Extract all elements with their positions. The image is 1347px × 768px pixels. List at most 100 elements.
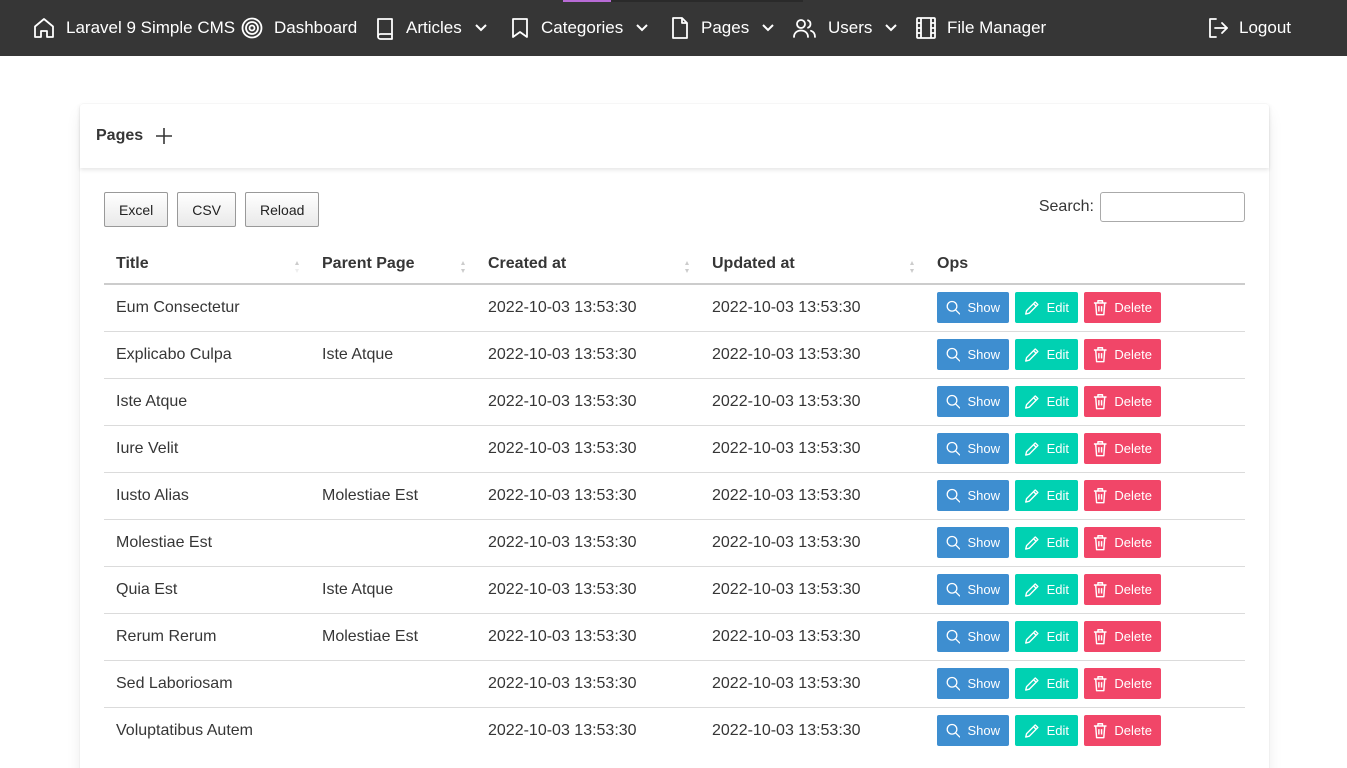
add-page-button[interactable] (155, 127, 173, 145)
delete-button[interactable]: Delete (1084, 574, 1161, 605)
delete-button[interactable]: Delete (1084, 386, 1161, 417)
pencil-icon (1025, 394, 1039, 409)
sort-icon (461, 261, 465, 273)
nav-articles-dropdown[interactable]: Articles (374, 0, 488, 56)
edit-button[interactable]: Edit (1015, 574, 1078, 605)
cell-ops: Show Edit Delete (925, 707, 1245, 754)
delete-button[interactable]: Delete (1084, 668, 1161, 699)
delete-button[interactable]: Delete (1084, 621, 1161, 652)
cell-parent (310, 707, 476, 754)
search-icon (946, 676, 961, 691)
delete-label: Delete (1114, 488, 1152, 503)
trash-icon (1093, 441, 1107, 457)
nav-logout-link[interactable]: Logout (1207, 0, 1291, 56)
edit-button[interactable]: Edit (1015, 668, 1078, 699)
show-label: Show (967, 535, 1000, 550)
excel-button[interactable]: Excel (104, 192, 169, 227)
cell-title: Sed Laboriosam (104, 660, 310, 708)
trash-icon (1093, 300, 1107, 316)
cell-created: 2022-10-03 13:53:30 (476, 613, 700, 661)
delete-label: Delete (1114, 347, 1152, 362)
pencil-icon (1025, 676, 1039, 691)
cell-created: 2022-10-03 13:53:30 (476, 472, 700, 520)
trash-icon (1093, 582, 1107, 598)
cell-parent: Iste Atque (310, 566, 476, 614)
nav-categories-dropdown[interactable]: Categories (509, 0, 649, 56)
show-button[interactable]: Show (937, 292, 1009, 324)
show-label: Show (967, 676, 1000, 691)
nav-file-manager-link[interactable]: File Manager (915, 0, 1046, 56)
chevron-down-icon (884, 23, 898, 33)
pencil-icon (1025, 488, 1039, 503)
show-button[interactable]: Show (937, 527, 1009, 558)
table-row: Explicabo Culpa Iste Atque 2022-10-03 13:5… (104, 331, 1245, 379)
users-icon (792, 16, 818, 40)
trash-icon (1093, 394, 1107, 410)
cell-ops: Show Edit Delete (925, 566, 1245, 614)
show-button[interactable]: Show (937, 715, 1009, 747)
col-header-created[interactable]: Created at (476, 244, 700, 285)
cell-title: Iusto Alias (104, 472, 310, 520)
reload-button[interactable]: Reload (245, 192, 320, 227)
show-label: Show (967, 347, 1000, 362)
show-label: Show (967, 488, 1000, 503)
delete-button[interactable]: Delete (1084, 292, 1161, 324)
delete-button[interactable]: Delete (1084, 339, 1161, 370)
table-header-row: Title Parent Page Created at Updated at … (104, 244, 1245, 285)
cell-updated: 2022-10-03 13:53:30 (700, 378, 925, 426)
nav-users-dropdown[interactable]: Users (792, 0, 898, 56)
trash-icon (1093, 723, 1107, 739)
show-button[interactable]: Show (937, 386, 1009, 417)
nav-pages-dropdown[interactable]: Pages (669, 0, 775, 56)
edit-button[interactable]: Edit (1015, 292, 1078, 324)
cell-title: Iste Atque (104, 378, 310, 426)
pencil-icon (1025, 535, 1039, 550)
show-button[interactable]: Show (937, 621, 1009, 652)
cell-updated: 2022-10-03 13:53:30 (712, 721, 861, 739)
trash-icon (1093, 629, 1107, 645)
trash-icon (1093, 535, 1107, 551)
edit-button[interactable]: Edit (1015, 527, 1078, 558)
nav-dashboard-link[interactable]: Dashboard (240, 0, 357, 56)
edit-button[interactable]: Edit (1015, 386, 1078, 417)
sort-icon (295, 261, 299, 273)
cell-ops: Show Edit Delete (925, 613, 1245, 661)
edit-button[interactable]: Edit (1015, 339, 1078, 370)
show-button[interactable]: Show (937, 339, 1009, 370)
show-label: Show (967, 300, 1000, 316)
table-row: Eum Consectetur 2022-10-03 13:53:30 2022-1… (104, 284, 1245, 332)
col-header-parent-label: Parent Page (322, 254, 415, 272)
chevron-down-icon (761, 23, 775, 33)
edit-button[interactable]: Edit (1015, 480, 1078, 511)
csv-button[interactable]: CSV (177, 192, 237, 227)
search-input[interactable] (1100, 192, 1245, 222)
delete-label: Delete (1114, 676, 1152, 691)
edit-button[interactable]: Edit (1015, 621, 1078, 652)
delete-button[interactable]: Delete (1084, 433, 1161, 464)
delete-button[interactable]: Delete (1084, 527, 1161, 558)
trash-icon (1093, 347, 1107, 363)
col-header-parent[interactable]: Parent Page (310, 244, 476, 285)
cell-title: Rerum Rerum (104, 613, 310, 661)
cell-created: 2022-10-03 13:53:30 (476, 378, 700, 426)
trash-icon (1093, 488, 1107, 504)
delete-button[interactable]: Delete (1084, 715, 1161, 747)
delete-button[interactable]: Delete (1084, 480, 1161, 511)
pencil-icon (1025, 723, 1039, 738)
show-button[interactable]: Show (937, 433, 1009, 464)
show-button[interactable]: Show (937, 574, 1009, 605)
cell-parent (310, 284, 476, 332)
show-button[interactable]: Show (937, 480, 1009, 511)
delete-label: Delete (1114, 394, 1152, 409)
col-header-title[interactable]: Title (104, 244, 310, 285)
show-button[interactable]: Show (937, 668, 1009, 699)
edit-button[interactable]: Edit (1015, 433, 1078, 464)
cell-title: Eum Consectetur (104, 284, 310, 332)
show-label: Show (967, 723, 1000, 739)
nav-brand-link[interactable]: Laravel 9 Simple CMS (32, 0, 235, 56)
table-row: Rerum Rerum Molestiae Est 2022-10-03 13:53… (104, 613, 1245, 661)
col-header-updated[interactable]: Updated at (700, 244, 925, 285)
cell-created: 2022-10-03 13:53:30 (488, 721, 637, 739)
edit-button[interactable]: Edit (1015, 715, 1078, 747)
cell-parent (310, 378, 476, 426)
